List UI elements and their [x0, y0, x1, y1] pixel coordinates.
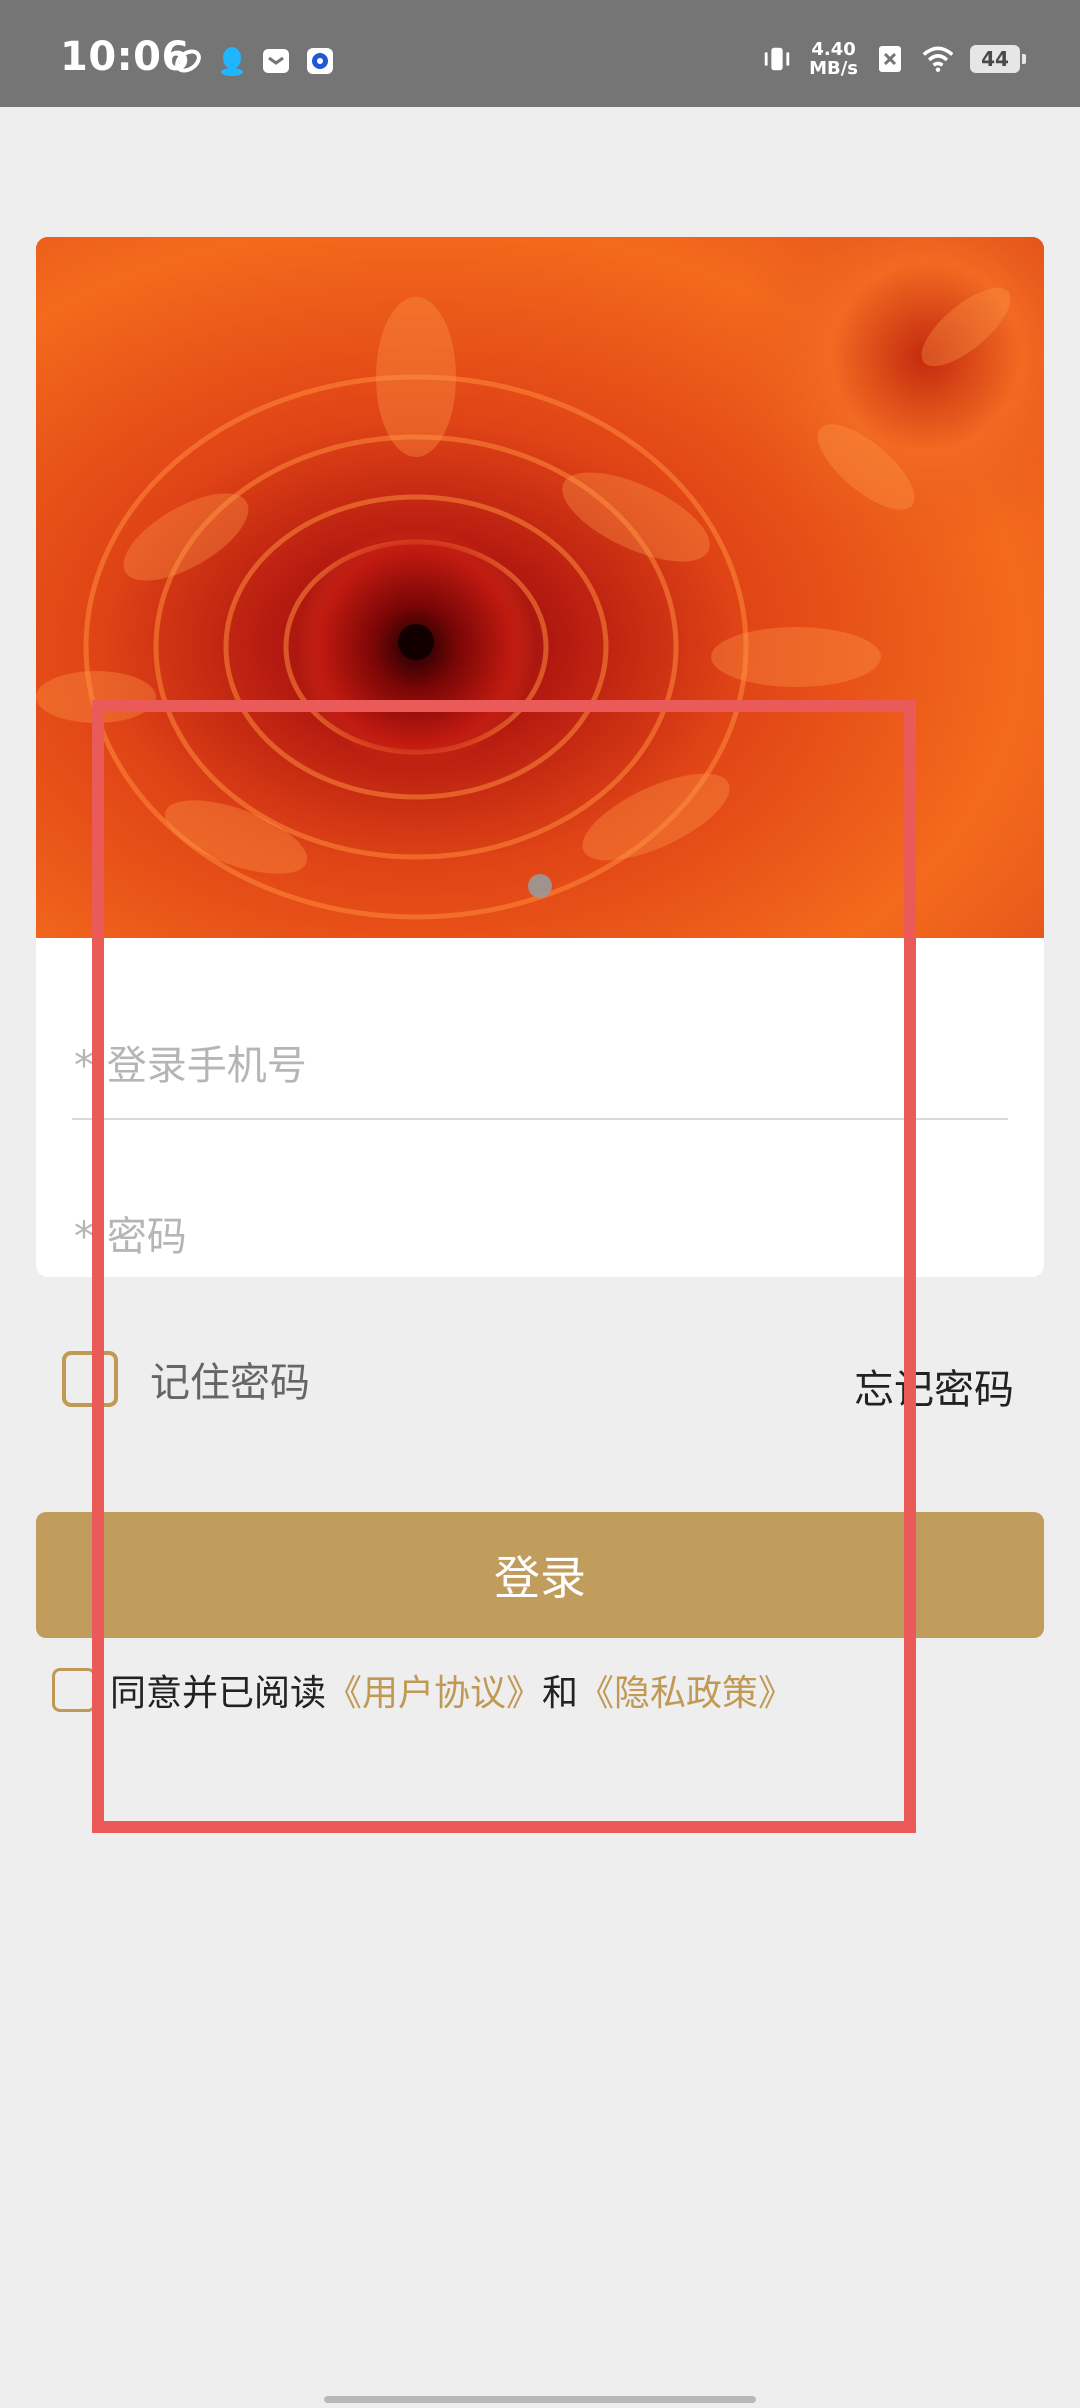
browser-icon — [304, 45, 336, 77]
remember-password-label: 记住密码 — [150, 1360, 310, 1406]
status-bar: 10:06 4.40 MB/s 44 — [0, 0, 1080, 107]
login-card — [36, 237, 1044, 1277]
chrysanthemum-image — [36, 237, 1044, 938]
banner-image[interactable] — [36, 237, 1044, 938]
status-time: 10:06 — [60, 34, 190, 80]
password-field[interactable] — [72, 1187, 1008, 1277]
phone-input[interactable] — [72, 1042, 1008, 1090]
mail-icon — [260, 45, 292, 77]
agreement-prefix-text: 同意并已阅读 — [110, 1673, 327, 1714]
swirl-app-icon — [172, 45, 204, 77]
battery-icon: 44 — [970, 45, 1026, 73]
no-sim-icon — [874, 43, 906, 75]
agreement-row: 同意并已阅读 《用户协议》 和 《隐私政策》 — [52, 1664, 794, 1716]
home-indicator[interactable] — [324, 2396, 756, 2403]
carousel-indicator[interactable] — [528, 874, 552, 898]
login-button[interactable]: 登录 — [36, 1512, 1044, 1638]
privacy-policy-link[interactable]: 《隐私政策》 — [578, 1664, 794, 1716]
vibrate-icon — [761, 43, 793, 75]
remember-password-checkbox[interactable] — [62, 1351, 118, 1407]
remember-password-row[interactable]: 记住密码 — [62, 1350, 310, 1408]
forgot-password-link[interactable]: 忘记密码 — [854, 1357, 1014, 1415]
agreement-and-text: 和 — [542, 1673, 579, 1714]
network-speed: 4.40 MB/s — [809, 39, 858, 79]
wifi-icon — [922, 43, 954, 75]
user-agreement-link[interactable]: 《用户协议》 — [326, 1664, 542, 1716]
phone-field[interactable] — [72, 1014, 1008, 1120]
agreement-checkbox[interactable] — [52, 1668, 96, 1712]
qq-icon — [216, 45, 248, 77]
password-input[interactable] — [72, 1213, 1008, 1261]
